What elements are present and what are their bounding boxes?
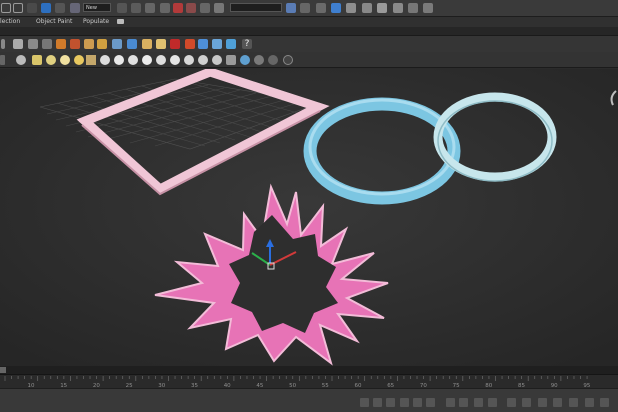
- set-key-button[interactable]: [488, 398, 497, 407]
- world-icon[interactable]: [240, 55, 250, 65]
- schematic-view-icon[interactable]: [362, 3, 372, 13]
- time-slider[interactable]: [0, 366, 618, 374]
- isolate-button[interactable]: [386, 398, 395, 407]
- main-toolbar: New: [0, 0, 618, 17]
- particle-icon[interactable]: [84, 39, 94, 49]
- material-editor-icon[interactable]: [377, 3, 387, 13]
- trash-icon[interactable]: [28, 39, 38, 49]
- rotate-icon[interactable]: [55, 3, 65, 13]
- lock-selection-button[interactable]: [373, 398, 382, 407]
- water-icon[interactable]: [127, 39, 137, 49]
- status-bar: [0, 388, 618, 412]
- photometric-icon[interactable]: [184, 55, 194, 65]
- angle-snap-icon[interactable]: [173, 3, 183, 13]
- z-coordinate-field[interactable]: [446, 398, 455, 407]
- bulb-icon[interactable]: [74, 55, 84, 65]
- bucket-icon[interactable]: [142, 39, 152, 49]
- select-region-icon[interactable]: [1, 3, 11, 13]
- time-slider-handle[interactable]: [0, 367, 6, 373]
- point-icon[interactable]: [142, 55, 152, 65]
- select-manipulate-icon[interactable]: [131, 3, 141, 13]
- window-crossing-icon[interactable]: [13, 3, 23, 13]
- rendered-frame-window-icon[interactable]: [408, 3, 418, 13]
- grid-icon[interactable]: [226, 55, 236, 65]
- go-to-start-button[interactable]: [522, 398, 531, 407]
- ribbon-strip: [0, 27, 618, 36]
- go-to-end-button[interactable]: [585, 398, 594, 407]
- percent-snap-icon[interactable]: [186, 3, 196, 13]
- target-light-icon[interactable]: [156, 55, 166, 65]
- curve-editor-icon[interactable]: [346, 3, 356, 13]
- x-coordinate-field[interactable]: [413, 398, 422, 407]
- tool-row-1: ?: [0, 36, 618, 52]
- cloud-icon[interactable]: [112, 39, 122, 49]
- scale-icon[interactable]: [70, 3, 80, 13]
- align-icon[interactable]: [300, 3, 310, 13]
- layer-explorer-icon[interactable]: [316, 3, 326, 13]
- tool-row-2: [0, 52, 618, 68]
- sun-icon[interactable]: [60, 55, 70, 65]
- grid-size-field[interactable]: [459, 398, 468, 407]
- cone-icon[interactable]: [86, 55, 96, 65]
- ribbon-toggle-icon[interactable]: [117, 19, 124, 24]
- lamp-icon[interactable]: [46, 55, 56, 65]
- spot-light-icon[interactable]: [128, 55, 138, 65]
- shelf-icon[interactable]: [156, 39, 166, 49]
- next-frame-button[interactable]: [569, 398, 578, 407]
- effect-icon[interactable]: [70, 39, 80, 49]
- keyboard-shortcut-icon[interactable]: [145, 3, 155, 13]
- y-coordinate-field[interactable]: [426, 398, 435, 407]
- help-icon[interactable]: ?: [242, 39, 252, 49]
- torch-icon[interactable]: [97, 39, 107, 49]
- select-move-icon[interactable]: [41, 3, 51, 13]
- absolute-mode-button[interactable]: [400, 398, 409, 407]
- fire-icon[interactable]: [56, 39, 66, 49]
- helper-icon[interactable]: [212, 55, 222, 65]
- timeline-ruler: 10 15 20 25 30 35 40 45 50 55 60 65 70 75 80 85 90 95: [0, 374, 618, 389]
- omni-light-icon[interactable]: [100, 55, 110, 65]
- settings-icon[interactable]: [254, 55, 264, 65]
- time-configuration-button[interactable]: [600, 398, 609, 407]
- box-icon[interactable]: [32, 55, 42, 65]
- tab-object-paint[interactable]: Object Paint: [36, 17, 72, 27]
- viewport-canvas[interactable]: [0, 67, 618, 366]
- pivot-icon[interactable]: [117, 3, 127, 13]
- layer-icon[interactable]: [42, 39, 52, 49]
- auto-key-button[interactable]: [474, 398, 483, 407]
- link-icon[interactable]: [268, 55, 278, 65]
- sphere-icon[interactable]: [212, 39, 222, 49]
- tab-selection[interactable]: lection: [0, 17, 20, 27]
- play-button[interactable]: [553, 398, 562, 407]
- select-by-name-icon[interactable]: [27, 3, 37, 13]
- handle-icon[interactable]: [0, 55, 5, 65]
- edit-named-selection-icon[interactable]: [214, 3, 224, 13]
- key-mode-button[interactable]: [360, 398, 369, 407]
- mirror-icon[interactable]: [286, 3, 296, 13]
- stop-icon[interactable]: [170, 39, 180, 49]
- reference-coordinate-dropdown[interactable]: New: [83, 3, 111, 12]
- key-filters-button[interactable]: [507, 398, 516, 407]
- skylight-icon[interactable]: [114, 55, 124, 65]
- record-icon[interactable]: [185, 39, 195, 49]
- snaps-toggle-icon[interactable]: [160, 3, 170, 13]
- scene-explorer-icon[interactable]: [331, 3, 341, 13]
- globe-icon[interactable]: [198, 39, 208, 49]
- filter-icon[interactable]: [16, 55, 26, 65]
- bin-icon[interactable]: [226, 39, 236, 49]
- render-setup-icon[interactable]: [393, 3, 403, 13]
- perspective-viewport[interactable]: [0, 67, 618, 366]
- camera-icon[interactable]: [198, 55, 208, 65]
- scene-icon[interactable]: [13, 39, 23, 49]
- area-light-icon[interactable]: [170, 55, 180, 65]
- named-selection-sets-field[interactable]: [230, 3, 282, 12]
- spinner-snap-icon[interactable]: [200, 3, 210, 13]
- handle-icon[interactable]: [1, 39, 5, 49]
- tab-populate[interactable]: Populate: [83, 17, 109, 27]
- previous-frame-button[interactable]: [538, 398, 547, 407]
- ribbon-tabs: lection Object Paint Populate: [0, 17, 618, 27]
- render-production-icon[interactable]: [423, 3, 433, 13]
- info-icon[interactable]: [283, 55, 293, 65]
